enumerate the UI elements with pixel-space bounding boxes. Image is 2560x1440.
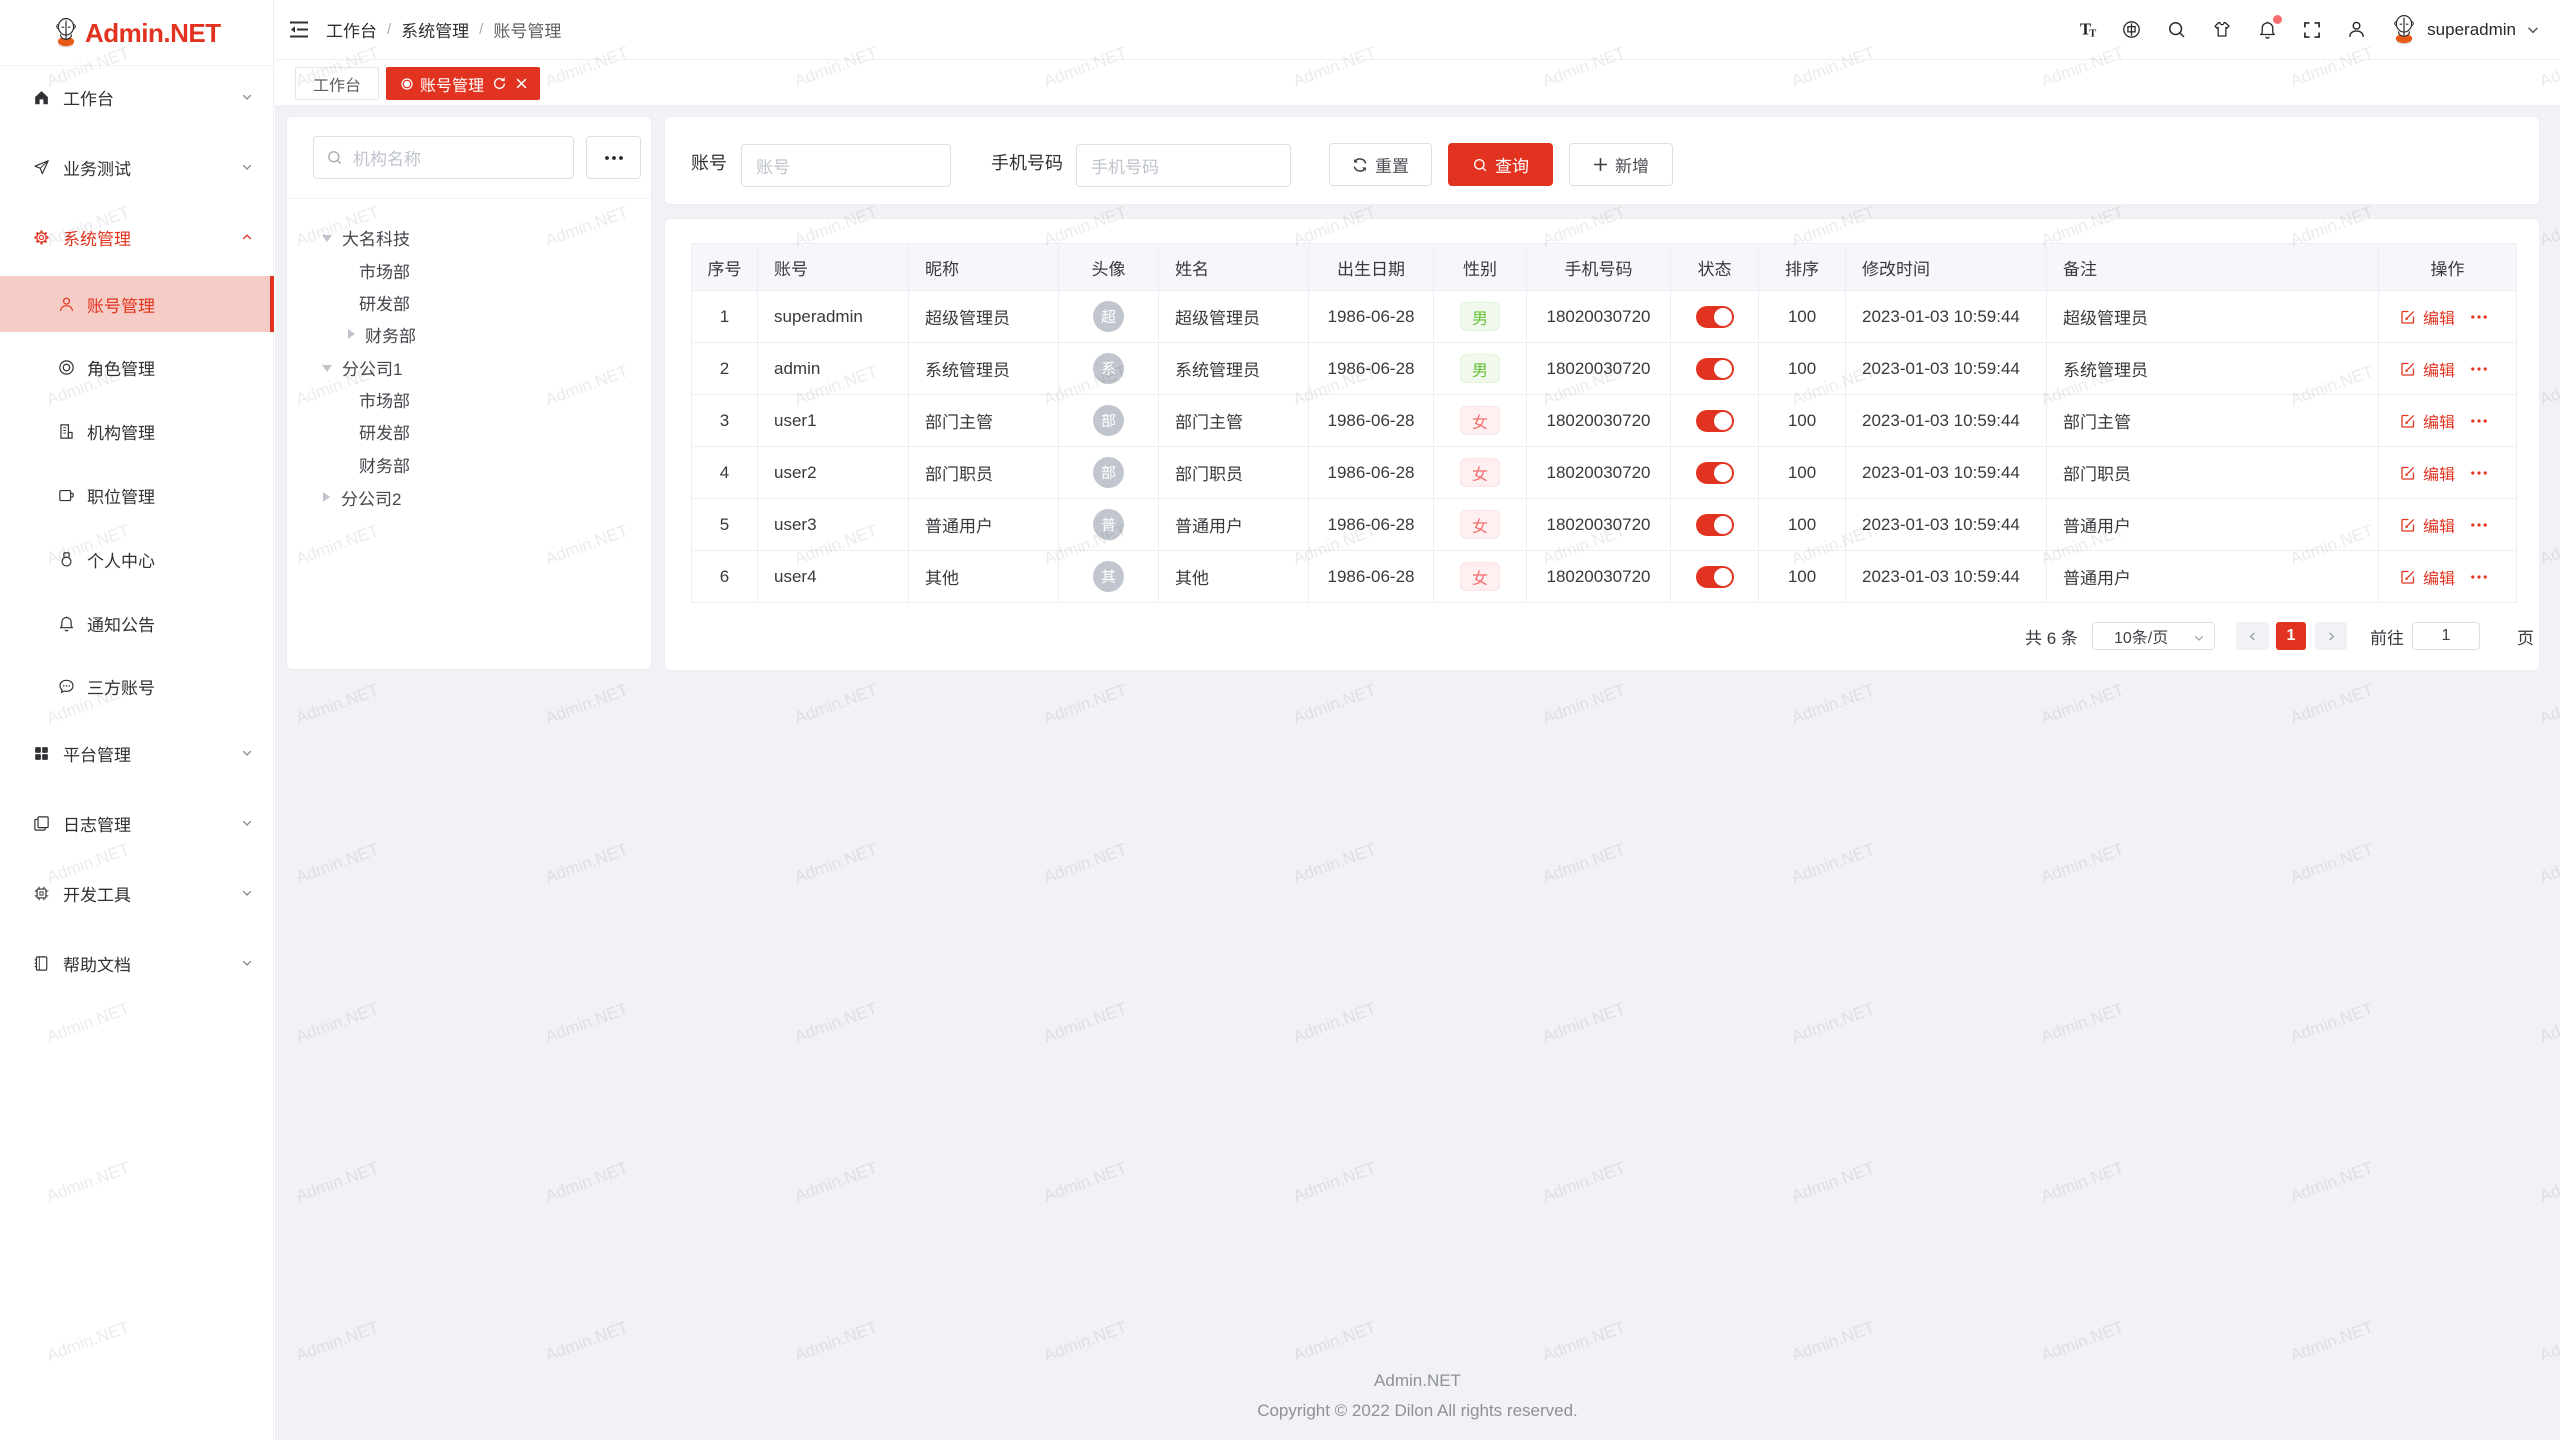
svg-text:T: T <box>2089 28 2096 39</box>
